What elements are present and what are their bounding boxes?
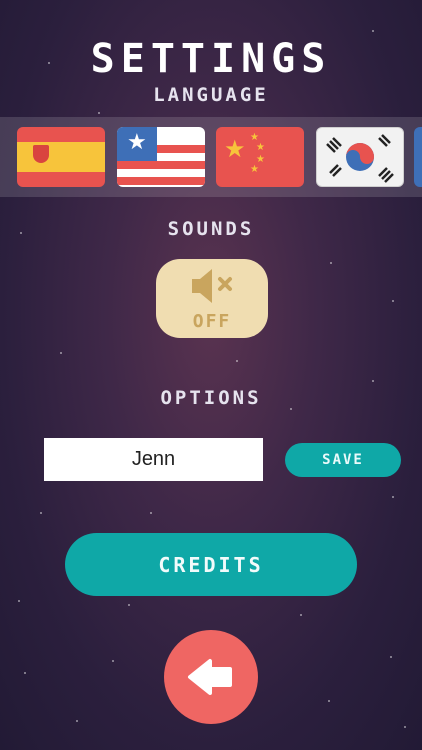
speaker-muted-icon [192,269,232,303]
language-label: LANGUAGE [153,84,269,106]
spain-flag-icon[interactable] [17,127,105,187]
credits-button[interactable]: CREDITS [65,533,357,596]
save-button[interactable]: SAVE [285,443,401,477]
next-flag-icon[interactable] [414,127,422,187]
back-arrow-icon [188,659,232,695]
language-flag-carousel[interactable]: ★ ★ ★ ★ ★ ★ [0,117,422,197]
back-button[interactable] [164,630,258,724]
page-title: SETTINGS [90,36,332,82]
options-label: OPTIONS [160,387,262,409]
player-name-input[interactable] [44,438,263,481]
china-flag-icon[interactable]: ★ ★ ★ ★ ★ [216,127,304,187]
korea-flag-icon[interactable] [316,127,404,187]
sound-state-label: OFF [192,311,232,332]
sound-toggle-button[interactable]: OFF [156,259,268,338]
sounds-label: SOUNDS [167,218,255,240]
us-flag-icon[interactable]: ★ [117,127,205,187]
